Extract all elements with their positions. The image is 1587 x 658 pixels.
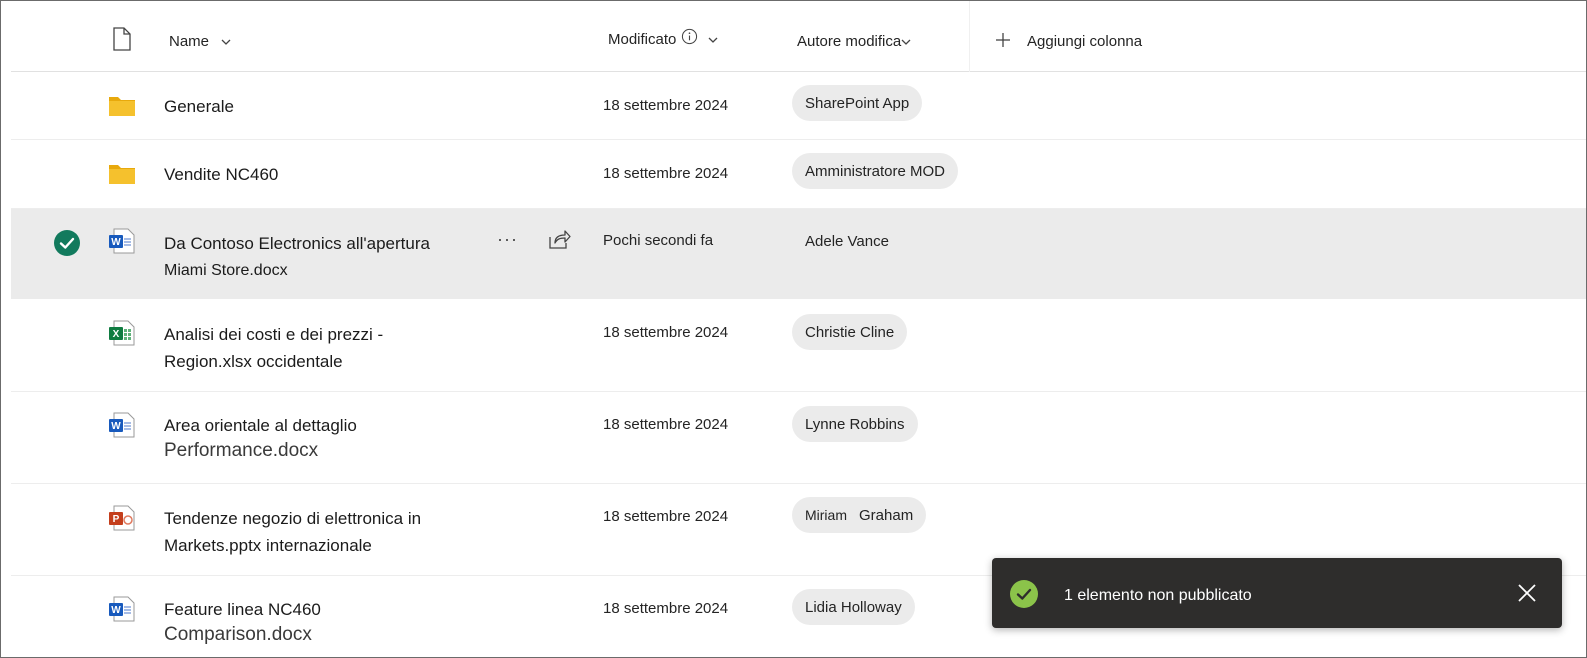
file-name-line1: Feature linea NC460	[164, 600, 321, 619]
list-item[interactable]: W Area orientale al dettaglio Performanc…	[11, 392, 1586, 484]
column-name-header[interactable]: Name	[169, 33, 231, 50]
author-name: Lidia Holloway	[805, 598, 902, 616]
word-file-icon: W	[109, 412, 135, 438]
modified-date: 18 settembre 2024	[603, 416, 729, 433]
column-author-header[interactable]: Autore modifica	[797, 33, 911, 50]
author-name: Amministratore MOD	[805, 162, 946, 180]
author-name: Lynne Robbins	[805, 415, 905, 433]
modified-date: 18 settembre 2024	[603, 600, 729, 617]
author-last-name: Graham	[859, 506, 914, 524]
list-item[interactable]: Generale 18 settembre 2024 SharePoint Ap…	[11, 72, 1586, 140]
modified-date: Pochi secondi fa	[603, 232, 714, 249]
modified-date: 18 settembre 2024	[603, 165, 729, 182]
chevron-down-icon	[901, 39, 911, 45]
author-pill[interactable]: SharePoint App	[792, 85, 923, 121]
close-icon[interactable]	[1514, 580, 1540, 606]
toast-notification: 1 elemento non pubblicato	[992, 558, 1562, 628]
file-name-line1: Vendite NC460	[164, 165, 279, 184]
author-pill[interactable]: Adele Vance	[792, 223, 902, 259]
share-icon[interactable]	[547, 228, 571, 250]
file-name-line1: Da Contoso Electronics all'apertura	[164, 234, 430, 253]
file-name-line1: Tendenze negozio di elettronica in	[164, 509, 422, 528]
author-pill[interactable]: Lidia Holloway	[792, 589, 915, 625]
more-actions-button[interactable]: ···	[497, 229, 518, 250]
modified-date: 18 settembre 2024	[603, 324, 729, 341]
file-name-line2: Markets.pptx internazionale	[164, 536, 372, 555]
word-file-icon: W	[109, 596, 135, 622]
file-name[interactable]: Feature linea NC460 Comparison.docx	[164, 597, 494, 647]
author-name: SharePoint App	[805, 94, 910, 112]
modified-date: 18 settembre 2024	[603, 508, 729, 525]
folder-icon	[109, 165, 135, 184]
selected-check-icon[interactable]	[54, 230, 80, 256]
file-name-line2: Region.xlsx occidentale	[164, 352, 343, 371]
file-type-icon[interactable]	[112, 27, 132, 51]
author-name: Adele Vance	[805, 232, 889, 250]
word-file-icon: W	[109, 228, 135, 254]
svg-text:X: X	[113, 329, 120, 340]
author-pill[interactable]: Christie Cline	[792, 314, 908, 350]
modified-date: 18 settembre 2024	[603, 97, 729, 114]
file-name[interactable]: Tendenze negozio di elettronica in Marke…	[164, 505, 494, 559]
excel-file-icon: X	[109, 320, 135, 346]
file-name[interactable]: Area orientale al dettaglio Performance.…	[164, 413, 494, 463]
author-pill[interactable]: Miriam Graham	[792, 497, 927, 533]
file-name[interactable]: Da Contoso Electronics all'apertura Miam…	[164, 230, 494, 284]
add-column-button[interactable]: Aggiungi colonna	[995, 29, 1142, 50]
author-name: Christie Cline	[805, 323, 895, 341]
document-library: Name Modificato Autore modifica Aggiungi…	[0, 0, 1587, 658]
svg-text:W: W	[111, 605, 121, 616]
column-divider	[969, 1, 970, 72]
list-item[interactable]: Vendite NC460 18 settembre 2024 Amminist…	[11, 140, 1586, 209]
svg-text:P: P	[113, 514, 120, 525]
column-name-label: Name	[169, 33, 210, 50]
author-first-name: Miriam	[805, 507, 847, 523]
toast-message: 1 elemento non pubblicato	[1064, 587, 1252, 604]
folder-icon	[109, 97, 135, 116]
author-pill[interactable]: Lynne Robbins	[792, 406, 918, 442]
powerpoint-file-icon: P	[109, 505, 135, 531]
file-name-line2: Miami Store.docx	[164, 262, 288, 279]
file-name[interactable]: Analisi dei costi e dei prezzi - Region.…	[164, 321, 494, 375]
file-name-line2: Comparison.docx	[164, 624, 312, 645]
file-name-line1: Area orientale al dettaglio	[164, 416, 357, 435]
column-modified-header[interactable]: Modificato	[608, 28, 718, 48]
file-name-line1: Generale	[164, 97, 234, 116]
success-check-icon	[1010, 580, 1038, 608]
column-header-row: Name Modificato Autore modifica Aggiungi…	[11, 1, 1586, 72]
svg-text:W: W	[111, 421, 121, 432]
info-icon[interactable]	[681, 28, 698, 45]
plus-icon	[996, 32, 1010, 47]
file-name-line2: Performance.docx	[164, 440, 319, 461]
column-author-label: Autore modifica	[797, 33, 902, 50]
file-name[interactable]: Generale	[164, 93, 494, 120]
file-name-line1: Analisi dei costi e dei prezzi -	[164, 325, 384, 344]
column-modified-label: Modificato	[608, 31, 677, 48]
file-name[interactable]: Vendite NC460	[164, 161, 494, 188]
list-item-selected[interactable]: W Da Contoso Electronics all'apertura Mi…	[11, 209, 1586, 299]
svg-text:W: W	[111, 237, 121, 248]
add-column-label: Aggiungi colonna	[1027, 33, 1143, 50]
author-pill[interactable]: Amministratore MOD	[792, 153, 959, 189]
chevron-down-icon	[708, 37, 718, 43]
list-item[interactable]: X Analisi dei costi e dei prezzi - Regio…	[11, 299, 1586, 392]
chevron-down-icon	[221, 39, 231, 45]
